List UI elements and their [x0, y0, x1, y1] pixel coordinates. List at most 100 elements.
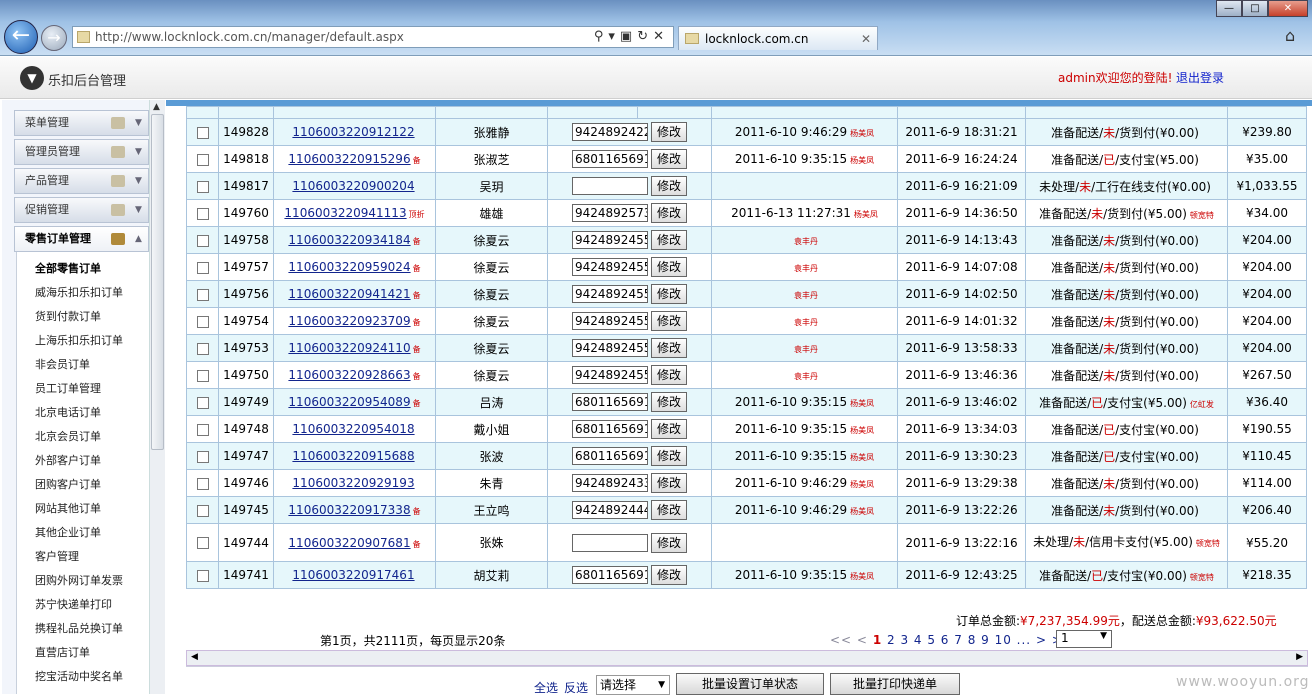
pager-prev[interactable]: << < [830, 633, 868, 647]
order-number-link[interactable]: 1106003220941421 [288, 287, 410, 301]
bulk-status-select[interactable]: 请选择 ▼ [596, 675, 670, 695]
tracking-input[interactable]: 6801165691 [572, 393, 648, 411]
row-checkbox[interactable] [196, 396, 209, 409]
tracking-input[interactable] [572, 533, 648, 552]
tracking-input[interactable]: 9424892455 [572, 339, 648, 357]
select-all-link[interactable]: 全选 [534, 679, 558, 696]
row-checkbox[interactable] [196, 477, 209, 490]
sidebar-menu-products[interactable]: 产品管理 ▼ [14, 168, 149, 194]
sidebar-scrollbar[interactable]: ▲ [149, 100, 165, 694]
tracking-input[interactable]: 9424892573 [572, 204, 648, 222]
maximize-icon[interactable]: □ [1242, 0, 1268, 17]
submenu-item[interactable]: 上海乐扣乐扣订单 [35, 332, 123, 348]
edit-button[interactable]: 修改 [651, 419, 687, 439]
tracking-input[interactable]: 9424892422 [572, 123, 648, 141]
submenu-item[interactable]: 苏宁快递单打印 [35, 596, 112, 612]
minimize-icon[interactable]: — [1216, 0, 1242, 17]
edit-button[interactable]: 修改 [651, 565, 687, 585]
tracking-input[interactable] [572, 177, 648, 195]
bulk-print-button[interactable]: 批量打印快递单 [830, 673, 960, 695]
row-checkbox[interactable] [196, 180, 209, 193]
tab-close-icon[interactable]: ✕ [861, 27, 871, 51]
invert-selection-link[interactable]: 反选 [564, 679, 588, 696]
edit-button[interactable]: 修改 [651, 176, 687, 196]
edit-button[interactable]: 修改 [651, 257, 687, 277]
submenu-item[interactable]: 挖宝活动中奖名单 [35, 668, 123, 684]
tracking-input[interactable]: 9424892455 [572, 285, 648, 303]
order-number-link[interactable]: 1106003220907681 [288, 536, 410, 550]
submenu-item[interactable]: 网站其他订单 [35, 500, 101, 516]
submenu-item[interactable]: 货到付款订单 [35, 308, 101, 324]
order-number-link[interactable]: 1106003220912122 [292, 125, 414, 139]
row-checkbox[interactable] [196, 234, 209, 247]
submenu-item[interactable]: 非会员订单 [35, 356, 90, 372]
row-checkbox[interactable] [196, 207, 209, 220]
edit-button[interactable]: 修改 [651, 500, 687, 520]
tracking-input[interactable]: 9424892444 [572, 501, 648, 519]
edit-button[interactable]: 修改 [651, 473, 687, 493]
order-number-link[interactable]: 1106003220915296 [288, 152, 410, 166]
submenu-item[interactable]: 威海乐扣乐扣订单 [35, 284, 123, 300]
scroll-left-icon[interactable]: ◀ [191, 652, 198, 662]
page-select[interactable]: 1 ▼ [1056, 630, 1112, 648]
row-checkbox[interactable] [196, 504, 209, 517]
order-number-link[interactable]: 1106003220917338 [288, 503, 410, 517]
address-tools-icon[interactable]: ⚲▾▣↻✕ [594, 27, 669, 47]
tracking-input[interactable]: 9424892455 [572, 312, 648, 330]
row-checkbox[interactable] [196, 126, 209, 139]
row-checkbox[interactable] [196, 315, 209, 328]
submenu-item[interactable]: 员工订单管理 [35, 380, 101, 396]
submenu-item[interactable]: 团购客户订单 [35, 476, 101, 492]
submenu-item[interactable]: 直营店订单 [35, 644, 90, 660]
edit-button[interactable]: 修改 [651, 392, 687, 412]
edit-button[interactable]: 修改 [651, 311, 687, 331]
row-checkbox[interactable] [196, 450, 209, 463]
order-number-link[interactable]: 1106003220924110 [288, 341, 410, 355]
browser-tab[interactable]: locknlock.com.cn ✕ [678, 26, 878, 50]
pager-pages[interactable]: 2 3 4 5 6 7 8 9 10 ... [887, 633, 1031, 647]
sidebar-menu-menus[interactable]: 菜单管理 ▼ [14, 110, 149, 136]
tracking-input[interactable]: 6801165691 [572, 566, 648, 584]
order-number-link[interactable]: 1106003220923709 [288, 314, 410, 328]
edit-button[interactable]: 修改 [651, 230, 687, 250]
row-checkbox[interactable] [196, 342, 209, 355]
submenu-item[interactable]: 其他企业订单 [35, 524, 101, 540]
tracking-input[interactable]: 9424892433 [572, 474, 648, 492]
submenu-item[interactable]: 北京电话订单 [35, 404, 101, 420]
edit-button[interactable]: 修改 [651, 122, 687, 142]
order-number-link[interactable]: 1106003220917461 [292, 568, 414, 582]
forward-button[interactable]: → [41, 25, 67, 51]
logout-link[interactable]: 退出登录 [1176, 69, 1224, 86]
row-checkbox[interactable] [196, 153, 209, 166]
scrollbar-thumb[interactable] [151, 114, 164, 450]
tracking-input[interactable]: 9424892455 [572, 231, 648, 249]
submenu-item[interactable]: 外部客户订单 [35, 452, 101, 468]
tracking-input[interactable]: 6801165691 [572, 420, 648, 438]
order-number-link[interactable]: 1106003220954089 [288, 395, 410, 409]
order-number-link[interactable]: 1106003220900204 [292, 179, 414, 193]
tracking-input[interactable]: 6801165691 [572, 447, 648, 465]
edit-button[interactable]: 修改 [651, 532, 687, 553]
order-number-link[interactable]: 1106003220934184 [288, 233, 410, 247]
submenu-item[interactable]: 携程礼品兑换订单 [35, 620, 123, 636]
row-checkbox[interactable] [196, 369, 209, 382]
edit-button[interactable]: 修改 [651, 446, 687, 466]
sidebar-menu-promotions[interactable]: 促销管理 ▼ [14, 197, 149, 223]
back-button[interactable]: ← [4, 20, 38, 54]
row-checkbox[interactable] [196, 423, 209, 436]
edit-button[interactable]: 修改 [651, 149, 687, 169]
order-number-link[interactable]: 1106003220928663 [288, 368, 410, 382]
tracking-input[interactable]: 9424892455 [572, 366, 648, 384]
order-number-link[interactable]: 1106003220915688 [292, 449, 414, 463]
edit-button[interactable]: 修改 [651, 338, 687, 358]
order-number-link[interactable]: 1106003220941113 [284, 206, 406, 220]
edit-button[interactable]: 修改 [651, 284, 687, 304]
sidebar-menu-admins[interactable]: 管理员管理 ▼ [14, 139, 149, 165]
row-checkbox[interactable] [196, 288, 209, 301]
horizontal-scrollbar[interactable]: ◀ ▶ [186, 650, 1308, 666]
row-checkbox[interactable] [196, 569, 209, 582]
edit-button[interactable]: 修改 [651, 203, 687, 223]
submenu-item[interactable]: 客户管理 [35, 548, 79, 564]
close-window-icon[interactable]: ✕ [1268, 0, 1308, 17]
scroll-right-icon[interactable]: ▶ [1296, 652, 1303, 662]
